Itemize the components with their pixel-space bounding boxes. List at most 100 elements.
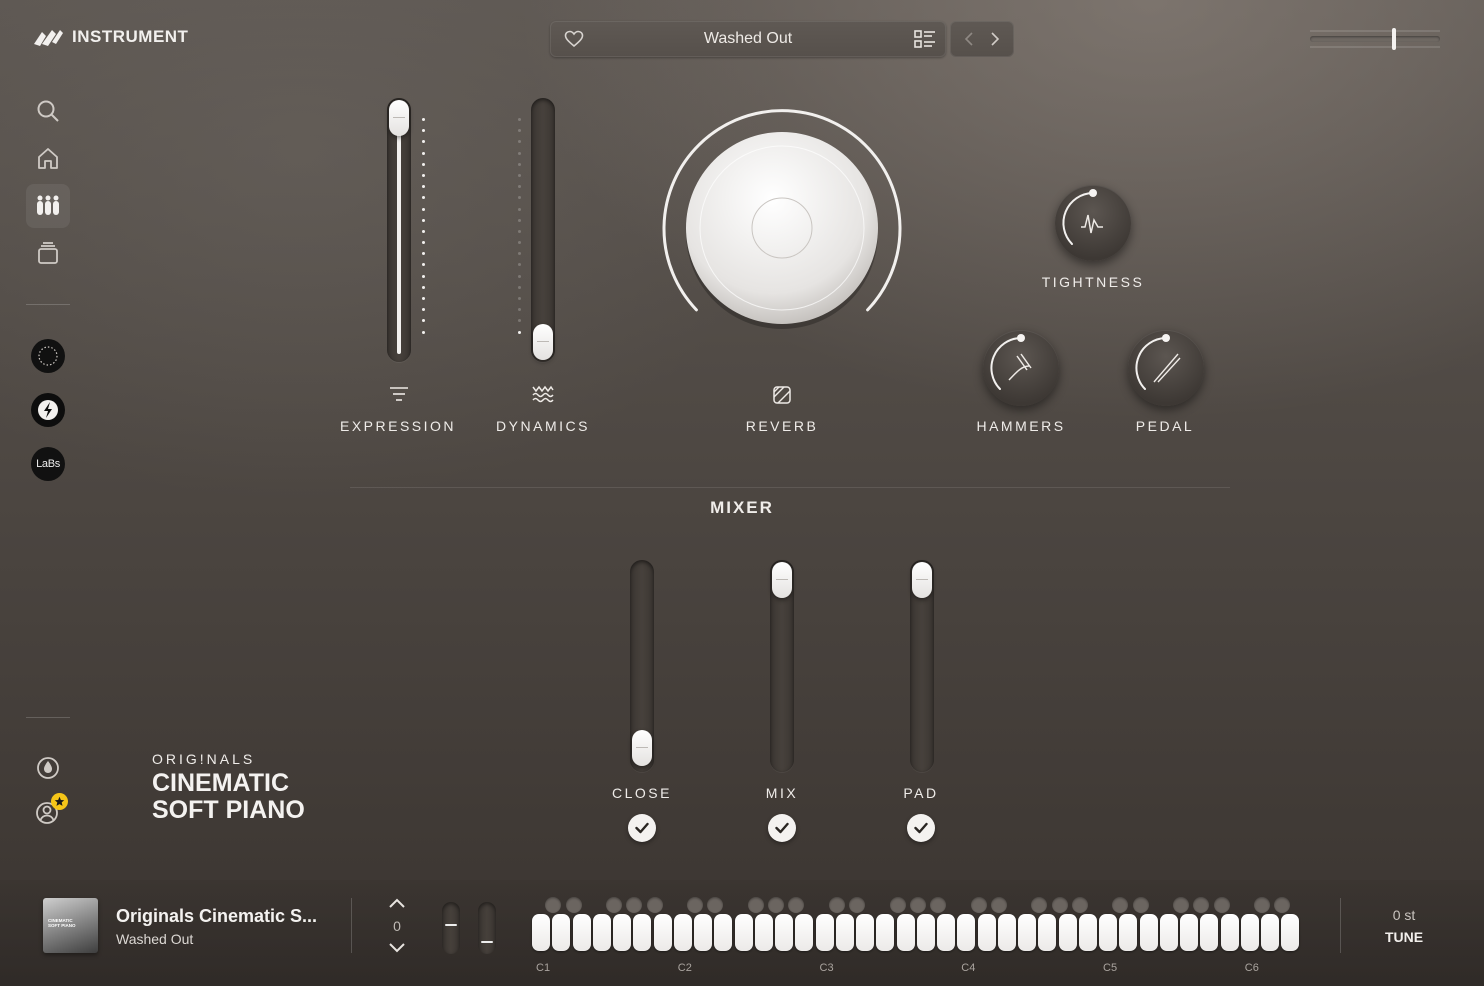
black-key[interactable]: [565, 897, 582, 913]
white-key[interactable]: [997, 914, 1016, 951]
sidebar-item-dark-mode[interactable]: [26, 746, 70, 790]
white-key[interactable]: [775, 914, 793, 951]
mod-wheel-marker: [481, 941, 493, 943]
library-icon: [38, 242, 58, 264]
black-key[interactable]: [909, 897, 926, 913]
mix-label: MIX: [765, 785, 799, 801]
white-key[interactable]: [795, 914, 814, 951]
pad-enable-toggle[interactable]: [907, 814, 935, 842]
close-fader-thumb[interactable]: [632, 730, 652, 766]
white-key[interactable]: [653, 914, 672, 951]
octave-up-icon[interactable]: [388, 897, 406, 909]
pitch-wheel[interactable]: [442, 902, 460, 954]
black-key[interactable]: [646, 897, 663, 913]
sidebar-item-instruments[interactable]: [26, 184, 70, 228]
black-key[interactable]: [1051, 897, 1068, 913]
dynamics-slider-track[interactable]: [531, 98, 555, 362]
black-key[interactable]: [1173, 897, 1189, 913]
hammers-knob[interactable]: [983, 330, 1059, 406]
expression-slider-thumb[interactable]: [389, 100, 409, 136]
white-key[interactable]: [1220, 914, 1239, 951]
chevron-left-icon[interactable]: [964, 32, 974, 46]
mix-enable-toggle[interactable]: [768, 814, 796, 842]
black-key[interactable]: [1254, 897, 1270, 913]
black-key[interactable]: [1213, 897, 1230, 913]
white-key[interactable]: [734, 914, 753, 951]
white-key[interactable]: [714, 914, 733, 951]
brand-circle-logo[interactable]: [31, 339, 65, 373]
tightness-label: TIGHTNESS: [1041, 274, 1145, 290]
sidebar-item-home[interactable]: [26, 136, 70, 180]
black-key[interactable]: [970, 897, 987, 913]
white-key[interactable]: [896, 914, 915, 951]
octave-down-icon[interactable]: [388, 942, 406, 954]
white-key[interactable]: [1119, 914, 1138, 951]
white-key[interactable]: [1058, 914, 1077, 951]
brand-spitfire-logo[interactable]: [31, 393, 65, 427]
black-key[interactable]: [849, 897, 865, 913]
white-key[interactable]: [1180, 914, 1198, 951]
volume-thumb[interactable]: [1392, 28, 1396, 50]
white-key[interactable]: [1018, 914, 1036, 951]
preset-name[interactable]: Washed Out: [550, 30, 946, 48]
black-key[interactable]: [606, 897, 622, 913]
labs-logo-text: LaBs: [36, 458, 60, 470]
white-key[interactable]: [1240, 914, 1259, 951]
white-key[interactable]: [916, 914, 935, 951]
white-key[interactable]: [532, 914, 550, 951]
white-key[interactable]: [1261, 914, 1279, 951]
list-icon[interactable]: [914, 30, 936, 49]
white-key[interactable]: [1078, 914, 1097, 951]
product-name-line2: SOFT PIANO: [152, 796, 305, 824]
tune-value[interactable]: 0 st: [1362, 907, 1446, 923]
instrument-logo[interactable]: INSTRUMENT: [32, 26, 188, 48]
white-key[interactable]: [754, 914, 773, 951]
mix-fader-thumb[interactable]: [772, 562, 792, 598]
white-key[interactable]: [1200, 914, 1219, 951]
white-key[interactable]: [633, 914, 652, 951]
black-key[interactable]: [828, 897, 845, 913]
close-enable-toggle[interactable]: [628, 814, 656, 842]
white-key[interactable]: [592, 914, 611, 951]
black-key[interactable]: [747, 897, 764, 913]
white-key[interactable]: [613, 914, 631, 951]
white-key[interactable]: [1139, 914, 1158, 951]
white-key[interactable]: [977, 914, 996, 951]
white-key[interactable]: [876, 914, 895, 951]
white-key[interactable]: [572, 914, 591, 951]
white-key[interactable]: [957, 914, 976, 951]
album-cover[interactable]: CINEMATIC SOFT PIANO: [43, 898, 98, 953]
reverb-knob[interactable]: [660, 106, 904, 350]
master-volume-slider[interactable]: [1310, 28, 1440, 50]
mod-wheel[interactable]: [478, 902, 496, 954]
white-key[interactable]: [1281, 914, 1300, 951]
white-key[interactable]: [937, 914, 955, 951]
expression-scale: [422, 118, 425, 342]
dynamics-slider-thumb[interactable]: [533, 324, 553, 360]
white-key[interactable]: [673, 914, 692, 951]
chevron-right-icon[interactable]: [990, 32, 1000, 46]
white-key[interactable]: [835, 914, 854, 951]
black-key[interactable]: [1071, 897, 1088, 913]
white-key[interactable]: [552, 914, 571, 951]
tightness-knob[interactable]: [1055, 185, 1131, 261]
volume-guide: [1310, 30, 1440, 32]
black-key[interactable]: [1132, 897, 1149, 913]
black-key[interactable]: [768, 897, 784, 913]
sidebar-item-library[interactable]: [26, 231, 70, 275]
black-key[interactable]: [930, 897, 946, 913]
black-key[interactable]: [687, 897, 703, 913]
black-key[interactable]: [889, 897, 906, 913]
black-key[interactable]: [990, 897, 1007, 913]
preset-selector[interactable]: Washed Out: [550, 21, 946, 57]
pedal-knob[interactable]: [1128, 330, 1204, 406]
white-key[interactable]: [694, 914, 712, 951]
pad-fader-thumb[interactable]: [912, 562, 932, 598]
white-key[interactable]: [1099, 914, 1117, 951]
white-key[interactable]: [815, 914, 834, 951]
brand-labs-logo[interactable]: LaBs: [31, 447, 65, 481]
white-key[interactable]: [1038, 914, 1057, 951]
sidebar-item-search[interactable]: [26, 89, 70, 133]
white-key[interactable]: [856, 914, 874, 951]
white-key[interactable]: [1159, 914, 1178, 951]
